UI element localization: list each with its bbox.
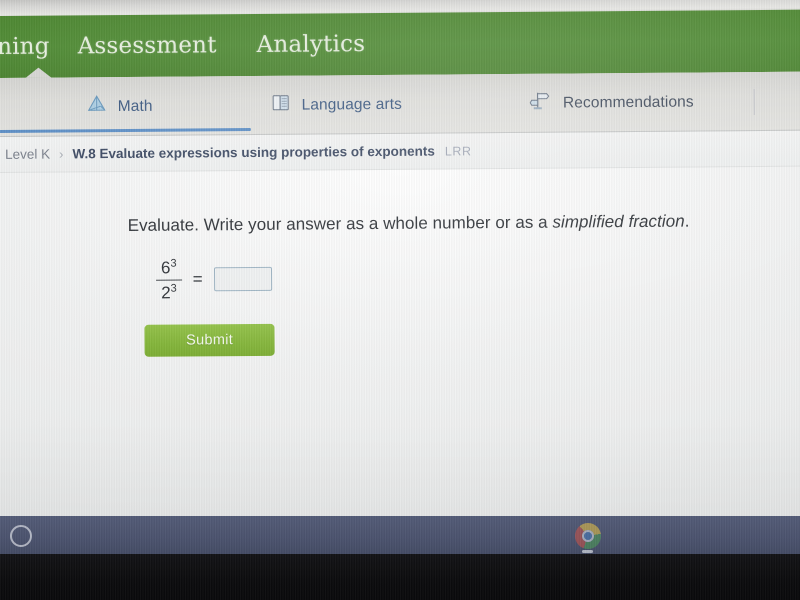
breadcrumb-skill: W.8 Evaluate expressions using propertie… — [72, 143, 435, 162]
subject-tab-bar: Math Language arts Recommendations — [0, 71, 800, 137]
question-prompt-end: . — [684, 211, 690, 231]
tab-math[interactable]: Math — [86, 77, 153, 137]
launcher-circle-icon[interactable] — [10, 525, 32, 547]
fraction-numerator: 63 — [156, 258, 182, 278]
numerator-exponent: 3 — [170, 257, 177, 270]
chevron-right-icon: › — [59, 146, 64, 162]
nav-learning[interactable]: earning — [0, 33, 78, 61]
question-prompt-emphasis: simplified fraction — [552, 211, 685, 232]
submit-button[interactable]: Submit — [144, 323, 275, 357]
device-bezel-bottom — [0, 554, 800, 600]
tab-recommendations-label: Recommendations — [562, 93, 694, 112]
question-prompt: Evaluate. Write your answer as a whole n… — [128, 211, 800, 236]
math-expression: 63 23 = — [156, 253, 800, 303]
answer-input[interactable] — [213, 267, 272, 292]
pyramid-icon — [87, 94, 107, 119]
question-prompt-plain: Evaluate. Write your answer as a whole n… — [127, 212, 553, 235]
signpost-icon — [529, 91, 552, 116]
nav-analytics[interactable]: Analytics — [256, 31, 365, 58]
breadcrumb-skill-code: LRR — [444, 143, 472, 158]
chromeos-shelf — [0, 516, 800, 556]
fraction: 63 23 — [156, 258, 182, 303]
nav-assessment[interactable]: Assessment — [78, 32, 257, 59]
tab-math-label: Math — [117, 97, 153, 115]
tab-language-arts-label: Language arts — [301, 95, 403, 114]
tabbar-divider — [753, 89, 755, 116]
fraction-denominator: 23 — [156, 283, 182, 303]
app-header: earning Assessment Analytics — [0, 9, 800, 78]
chrome-active-indicator — [582, 550, 593, 553]
tab-recommendations[interactable]: Recommendations — [529, 73, 694, 133]
breadcrumb-level[interactable]: Level K — [5, 147, 50, 162]
equals-sign: = — [192, 269, 203, 289]
tab-language-arts[interactable]: Language arts — [270, 75, 402, 135]
chrome-icon[interactable] — [575, 523, 601, 549]
fraction-bar — [156, 279, 182, 281]
active-tab-caret — [24, 67, 53, 78]
book-icon — [270, 93, 290, 118]
browser-viewport: earning Assessment Analytics Math Langua… — [0, 9, 800, 600]
denominator-exponent: 3 — [170, 282, 177, 295]
screen-photo: earning Assessment Analytics Math Langua… — [0, 0, 800, 600]
